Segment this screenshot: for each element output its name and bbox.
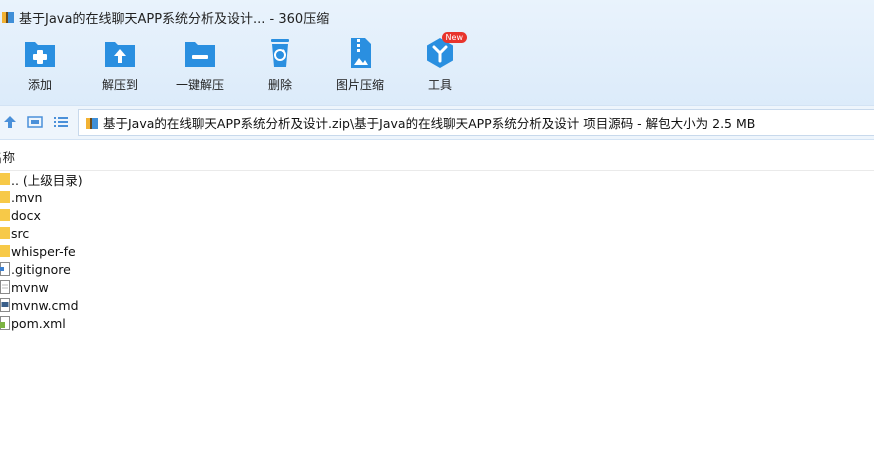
new-badge: New	[441, 32, 467, 43]
file-name: mvnw	[11, 279, 49, 295]
list-view-icon[interactable]	[53, 114, 69, 130]
image-compress-label: 图片压缩	[335, 78, 384, 92]
extract-to-button[interactable]: 解压到	[80, 36, 160, 100]
window-chrome: 基于Java的在线聊天APP系统分析及设计... - 360压缩 添加 解压到	[0, 0, 874, 105]
file-icon	[0, 280, 10, 294]
extract-to-label: 解压到	[101, 78, 138, 92]
list-item-parent-dir[interactable]: .. (上级目录)	[0, 170, 874, 188]
list-item-src[interactable]: src	[0, 224, 874, 242]
list-item-whisper-fe[interactable]: whisper-fe	[0, 242, 874, 260]
folder-icon	[0, 245, 10, 257]
image-compress-icon	[351, 38, 371, 68]
archive-icon	[86, 117, 98, 129]
one-click-extract-label: 一键解压	[175, 78, 224, 92]
add-label: 添加	[27, 78, 52, 92]
extract-to-icon	[105, 42, 135, 67]
thumbnail-view-icon[interactable]	[27, 114, 43, 130]
file-name: .gitignore	[11, 261, 71, 277]
column-name-header[interactable]: 名称	[0, 147, 15, 166]
one-click-extract-button[interactable]: 一键解压	[160, 36, 240, 100]
folder-icon	[0, 191, 10, 203]
list-item-docx[interactable]: docx	[0, 206, 874, 224]
file-name: .mvn	[11, 189, 43, 205]
xml-file-icon	[0, 316, 10, 330]
folder-icon	[0, 173, 10, 185]
file-name: docx	[11, 207, 41, 223]
tools-label: 工具	[427, 78, 452, 92]
folder-icon	[0, 209, 10, 221]
address-bar[interactable]: 基于Java的在线聊天APP系统分析及设计.zip\基于Java的在线聊天APP…	[78, 109, 874, 136]
toolbar: 添加 解压到 一键解压 删除 图片压缩 New 工具	[0, 32, 874, 100]
file-name: src	[11, 225, 30, 241]
list-item-pom-xml[interactable]: pom.xml	[0, 314, 874, 332]
address-path: 基于Java的在线聊天APP系统分析及设计.zip\基于Java的在线聊天APP…	[103, 116, 756, 131]
add-button[interactable]: 添加	[0, 36, 80, 100]
file-name: mvnw.cmd	[11, 297, 79, 313]
window-title: 基于Java的在线聊天APP系统分析及设计... - 360压缩	[19, 11, 330, 27]
add-folder-icon	[25, 42, 55, 67]
address-row: 基于Java的在线聊天APP系统分析及设计.zip\基于Java的在线聊天APP…	[0, 105, 874, 140]
file-icon	[0, 262, 10, 276]
file-list: .. (上级目录) .mvn docx src whisper-fe .giti…	[0, 170, 874, 332]
one-click-extract-icon	[185, 42, 215, 67]
file-name: whisper-fe	[11, 243, 76, 259]
file-name: .. (上级目录)	[11, 172, 83, 188]
folder-icon	[0, 227, 10, 239]
recycle-bin-icon	[271, 39, 289, 67]
tools-icon-wrap: New	[422, 32, 467, 70]
list-item-gitignore[interactable]: .gitignore	[0, 260, 874, 278]
list-item-mvn[interactable]: .mvn	[0, 188, 874, 206]
cmd-file-icon	[0, 298, 10, 312]
file-name: pom.xml	[11, 315, 66, 331]
list-item-mvnw[interactable]: mvnw	[0, 278, 874, 296]
tools-button[interactable]: New 工具	[400, 32, 480, 100]
list-item-mvnw-cmd[interactable]: mvnw.cmd	[0, 296, 874, 314]
title-bar: 基于Java的在线聊天APP系统分析及设计... - 360压缩	[0, 0, 874, 34]
delete-button[interactable]: 删除	[240, 36, 320, 100]
up-arrow-icon[interactable]	[2, 114, 18, 130]
archive-app-icon	[2, 12, 14, 23]
delete-label: 删除	[267, 78, 292, 92]
file-list-header: 名称	[0, 139, 874, 171]
image-compress-button[interactable]: 图片压缩	[320, 36, 400, 100]
